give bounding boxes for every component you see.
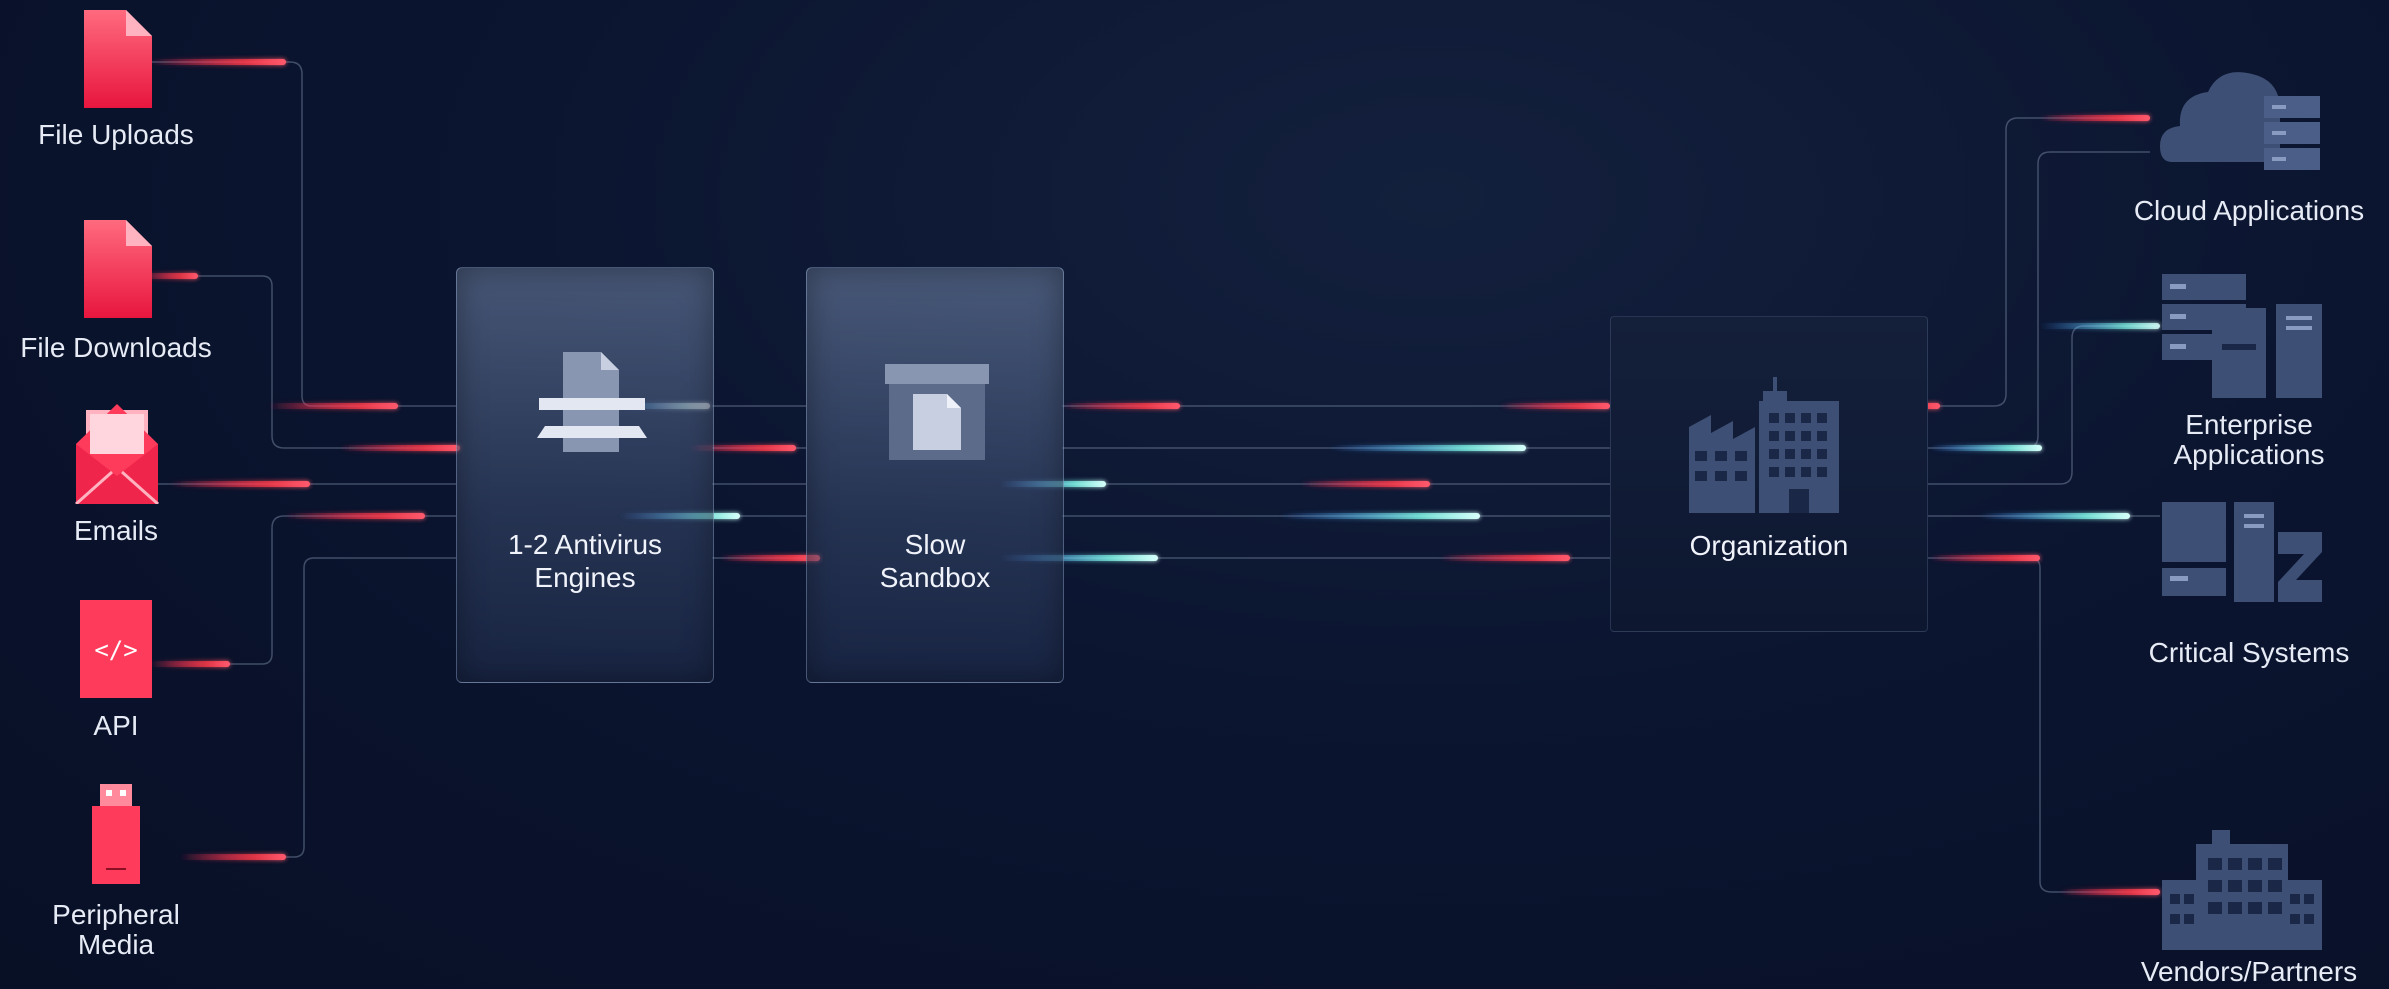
source-label: File Downloads bbox=[20, 332, 212, 363]
threat-streak bbox=[2040, 115, 2150, 121]
document-icon bbox=[84, 10, 152, 108]
threat-streak bbox=[180, 854, 286, 860]
threat-streak bbox=[1062, 403, 1180, 409]
organization-label: Organization bbox=[1689, 530, 1849, 561]
systems-icon bbox=[2162, 502, 2322, 602]
source-label: File Uploads bbox=[38, 119, 194, 150]
destination-label: Vendors/Partners bbox=[2140, 956, 2358, 987]
cloud-server-icon bbox=[2160, 72, 2320, 170]
organization-box: Organization bbox=[1610, 316, 1928, 632]
threat-streak bbox=[1440, 555, 1570, 561]
threat-streak bbox=[150, 661, 230, 667]
threat-streak bbox=[1300, 481, 1430, 487]
destination-label-line2: Applications bbox=[2173, 439, 2325, 470]
destination-label: Cloud Applications bbox=[2133, 195, 2365, 226]
destination-label: Critical Systems bbox=[2148, 637, 2350, 668]
threat-streak bbox=[1930, 555, 2040, 561]
svg-text:</>: </> bbox=[94, 636, 137, 664]
clean-streak bbox=[1280, 513, 1480, 519]
archive-box-icon bbox=[885, 364, 989, 460]
threat-streak bbox=[720, 555, 820, 561]
threat-streak bbox=[2060, 889, 2160, 895]
slow-sandbox-box: Slow Sandbox bbox=[806, 267, 1064, 683]
threat-streak bbox=[170, 481, 310, 487]
threat-streak bbox=[340, 445, 460, 451]
source-label-line1: Peripheral bbox=[52, 899, 180, 930]
buildings-icon bbox=[1689, 377, 1839, 513]
clean-streak bbox=[1330, 445, 1526, 451]
code-icon: </> bbox=[80, 600, 152, 698]
destination-label-line1: Enterprise bbox=[2185, 409, 2313, 440]
clean-streak bbox=[1980, 513, 2130, 519]
envelope-icon bbox=[75, 404, 159, 504]
document-icon bbox=[84, 220, 152, 318]
stage-label-line2: Sandbox bbox=[879, 562, 991, 593]
source-label: API bbox=[93, 710, 139, 741]
stage-label-line1: 1-2 Antivirus bbox=[507, 529, 663, 560]
source-label-line2: Media bbox=[77, 929, 155, 960]
threat-streak bbox=[268, 403, 398, 409]
usb-drive-icon bbox=[92, 784, 140, 884]
data-flow-wires bbox=[140, 59, 2160, 895]
servers-icon bbox=[2162, 274, 2322, 398]
antivirus-engines-box: 1-2 Antivirus Engines bbox=[456, 267, 714, 683]
threat-streak bbox=[150, 59, 286, 65]
office-building-icon bbox=[2162, 830, 2322, 950]
threat-streak bbox=[1500, 403, 1610, 409]
source-label: Emails bbox=[73, 515, 159, 546]
stage-label-line1: Slow bbox=[904, 529, 966, 560]
clean-streak bbox=[2040, 323, 2160, 329]
scanner-icon bbox=[537, 352, 647, 452]
clean-streak bbox=[1930, 445, 2042, 451]
stage-label-line2: Engines bbox=[534, 562, 636, 593]
threat-streak bbox=[285, 513, 425, 519]
